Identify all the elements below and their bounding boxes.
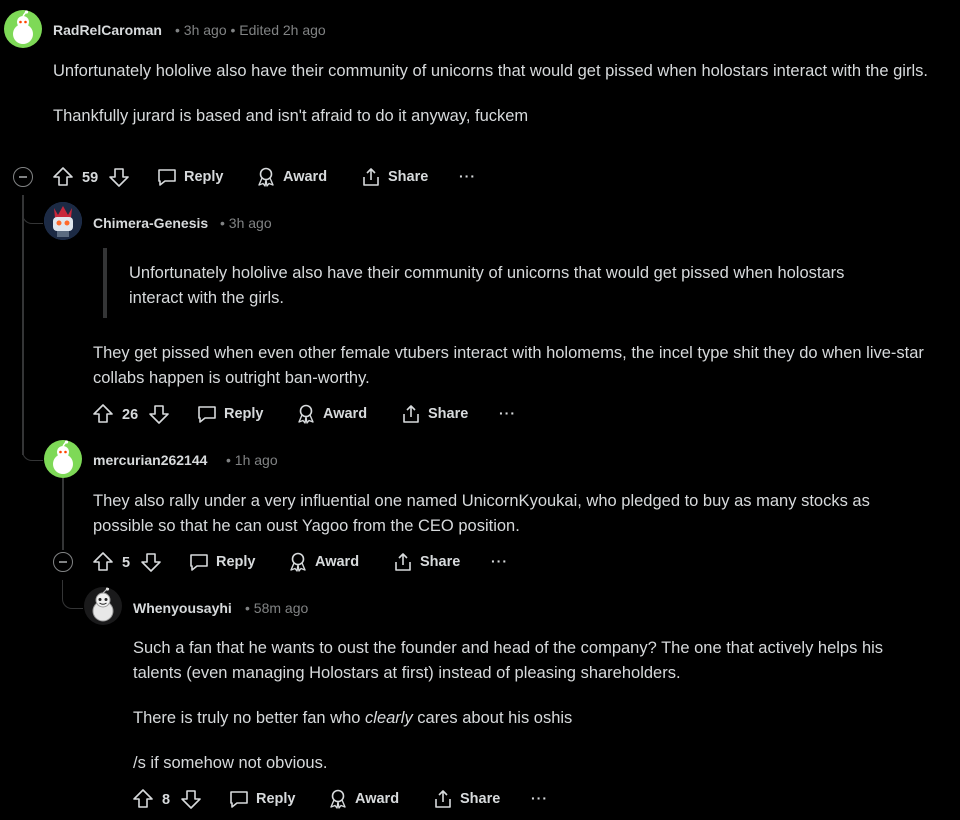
emphasis-text: clearly (365, 709, 413, 727)
upvote-button[interactable] (92, 551, 114, 573)
share-label: Share (460, 791, 501, 807)
more-options-button[interactable]: ··· (459, 168, 476, 184)
share-label: Share (428, 406, 469, 422)
share-button[interactable]: Share (360, 166, 428, 188)
comment-author[interactable]: RadRelCaroman (53, 22, 162, 38)
comment-author[interactable]: mercurian262144 (93, 452, 207, 468)
share-button[interactable]: Share (400, 403, 468, 425)
comment-paragraph: They get pissed when even other female v… (93, 344, 924, 387)
vote-count: 8 (162, 792, 171, 808)
comment-icon (158, 169, 176, 186)
comment-paragraph: /s if somehow not obvious. (133, 754, 328, 772)
thread-branch (62, 580, 83, 609)
comment-author[interactable]: Chimera-Genesis (93, 215, 208, 231)
award-button[interactable]: Award (327, 788, 399, 810)
comment-body: They also rally under a very influential… (93, 489, 933, 539)
snoo-sketch-avatar-icon (92, 587, 114, 622)
downvote-icon (149, 405, 169, 424)
share-icon (363, 168, 379, 186)
chimera-avatar-icon (44, 202, 82, 240)
share-icon (435, 790, 451, 808)
downvote-icon (141, 553, 161, 572)
downvote-button[interactable] (148, 403, 170, 425)
comment-icon (190, 554, 208, 571)
share-label: Share (420, 554, 461, 570)
thread-line[interactable] (22, 195, 24, 455)
upvote-icon (93, 404, 113, 423)
reply-button[interactable]: Reply (188, 551, 256, 573)
award-label: Award (283, 169, 328, 185)
comment-paragraph: Such a fan that he wants to oust the fou… (133, 639, 884, 682)
more-options-button[interactable]: ··· (499, 405, 516, 421)
comment-author[interactable]: Whenyousayhi (133, 600, 232, 616)
award-button[interactable]: Award (255, 166, 327, 188)
more-options-button[interactable]: ··· (491, 553, 508, 569)
avatar[interactable] (44, 440, 82, 478)
text-segment: There is truly no better fan who (133, 709, 366, 727)
upvote-button[interactable] (92, 403, 114, 425)
reply-label: Reply (224, 406, 264, 422)
comment-icon (230, 791, 248, 808)
comment-body: Such a fan that he wants to oust the fou… (133, 636, 933, 776)
upvote-button[interactable] (132, 788, 154, 810)
comment-paragraph: Unfortunately hololive also have their c… (53, 62, 928, 80)
award-label: Award (355, 791, 400, 807)
downvote-icon (181, 790, 201, 809)
thread-branch (22, 430, 43, 461)
award-icon (330, 789, 346, 809)
reply-label: Reply (256, 791, 296, 807)
share-button[interactable]: Share (432, 788, 500, 810)
share-icon (395, 553, 411, 571)
reply-button[interactable]: Reply (228, 788, 296, 810)
downvote-button[interactable] (180, 788, 202, 810)
share-button[interactable]: Share (392, 551, 460, 573)
collapse-button[interactable] (13, 167, 33, 187)
vote-count: 26 (122, 407, 139, 423)
snoo-avatar-icon (53, 440, 73, 474)
comment-meta: • 3h ago • Edited 2h ago (175, 22, 326, 38)
thread-branch (22, 195, 43, 224)
award-button[interactable]: Award (287, 551, 359, 573)
avatar[interactable] (84, 587, 122, 625)
share-label: Share (388, 169, 429, 185)
comment-paragraph: They also rally under a very influential… (93, 492, 870, 535)
thread-line[interactable] (62, 478, 64, 550)
comment-body: Unfortunately hololive also have their c… (53, 59, 933, 129)
text-segment: cares about his oshis (412, 709, 573, 727)
more-options-button[interactable]: ··· (531, 790, 548, 806)
snoo-avatar-icon (13, 10, 33, 44)
downvote-button[interactable] (140, 551, 162, 573)
award-label: Award (315, 554, 360, 570)
vote-count: 5 (122, 555, 131, 571)
reply-label: Reply (216, 554, 256, 570)
upvote-icon (53, 167, 73, 186)
comment-icon (198, 406, 216, 423)
award-label: Award (323, 406, 368, 422)
upvote-icon (133, 789, 153, 808)
avatar[interactable] (4, 10, 42, 48)
avatar[interactable] (44, 202, 82, 240)
share-icon (403, 405, 419, 423)
award-icon (258, 167, 274, 187)
award-button[interactable]: Award (295, 403, 367, 425)
comment-meta: • 3h ago (220, 215, 272, 231)
collapse-button[interactable] (53, 552, 73, 572)
upvote-icon (93, 552, 113, 571)
quoted-text: Unfortunately hololive also have their c… (129, 264, 845, 307)
reply-label: Reply (184, 169, 224, 185)
quote-block: Unfortunately hololive also have their c… (103, 248, 903, 318)
reply-button[interactable]: Reply (156, 166, 224, 188)
reply-button[interactable]: Reply (196, 403, 264, 425)
downvote-icon (109, 168, 129, 187)
award-icon (298, 404, 314, 424)
downvote-button[interactable] (108, 166, 130, 188)
comment-meta: • 58m ago (245, 600, 309, 616)
award-icon (290, 552, 306, 572)
vote-count: 59 (82, 170, 99, 186)
upvote-button[interactable] (52, 166, 74, 188)
comment-meta: • 1h ago (226, 452, 278, 468)
comment-paragraph: There is truly no better fan who clearly… (133, 706, 933, 731)
comment-paragraph: Thankfully jurard is based and isn't afr… (53, 107, 529, 125)
comment-body: They get pissed when even other female v… (93, 341, 933, 391)
